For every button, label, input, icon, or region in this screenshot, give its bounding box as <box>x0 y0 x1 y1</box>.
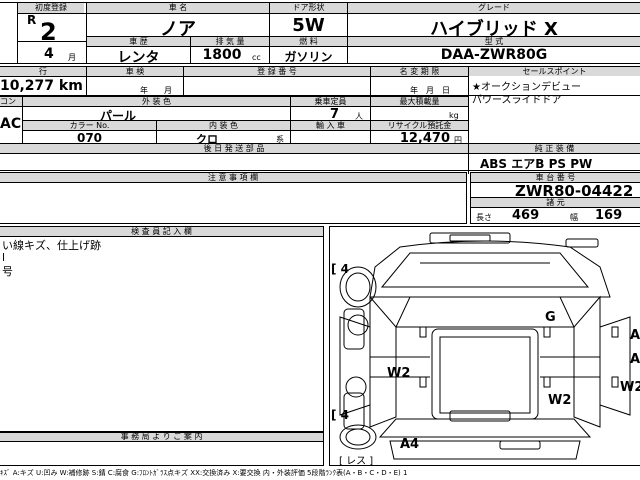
damage-mark-a-2: A <box>630 352 640 367</box>
chassis-label: 車 台 番 号 <box>471 173 640 182</box>
equipment: ABS エアB PS PW <box>480 157 593 171</box>
load-unit: kg <box>449 111 459 120</box>
left-label: コン <box>0 97 22 106</box>
inspector-line-1: い線キズ、仕上げ跡 <box>2 239 101 252</box>
first-reg-month: 4 <box>44 46 54 62</box>
inspection-units: 年 月 <box>140 86 172 95</box>
recycle-label: リサイクル預託金 <box>371 121 468 130</box>
interior-label: 内 装 色 <box>157 121 290 130</box>
damage-mark-a-1: A <box>630 328 640 343</box>
exterior-label: 外 装 色 <box>23 97 290 106</box>
import-label: 輸 入 車 <box>291 121 370 130</box>
capacity: 7 <box>330 107 340 122</box>
notes-label: 注 意 事 項 欄 <box>0 173 466 182</box>
dims-label: 諸 元 <box>471 198 640 207</box>
spare-tire: [ レス ] <box>339 456 374 467</box>
tire-rear-left: [ 4 <box>331 408 350 422</box>
damage-mark-w2-right: W2 <box>620 380 640 395</box>
ac: AC <box>0 116 22 132</box>
damage-mark-a4: A4 <box>400 437 420 452</box>
inspection-label: 車 検 <box>87 67 183 76</box>
displacement: 1800 <box>202 47 242 63</box>
legend: ｷｽﾞ A:キズ U:凹み W:補修跡 S:錆 C:腐食 G:ﾌﾛﾝﾄｶﾞﾗｽ点… <box>0 469 408 477</box>
damage-mark-g: G <box>545 310 556 325</box>
equipment-label: 純 正 装 備 <box>469 144 640 153</box>
fuel: ガソリン <box>284 50 333 64</box>
grade-label: グレード <box>348 3 640 13</box>
type-label: 車 歴 <box>87 37 190 46</box>
door: 5W <box>292 15 325 36</box>
door-label: ドア形状 <box>270 3 347 13</box>
damage-mark-w2-rear: W2 <box>548 393 572 408</box>
type: レンタ <box>117 50 160 66</box>
mileage: 10,277 km <box>0 78 83 94</box>
displacement-unit: cc <box>252 53 261 62</box>
car-name-label: 車 名 <box>87 3 269 13</box>
length: 469 <box>512 208 540 223</box>
mileage-label: 行 <box>0 67 86 76</box>
model-label: 型 式 <box>348 37 640 46</box>
inspector-label: 検 査 員 記 入 欄 <box>0 227 323 236</box>
month-unit: 月 <box>68 53 76 62</box>
displacement-label: 排 気 量 <box>191 37 269 46</box>
length-label: 長さ <box>476 213 492 222</box>
era: R <box>27 13 37 27</box>
office-label: 事 務 局 よ り ご 案 内 <box>0 433 323 441</box>
width: 169 <box>595 208 623 223</box>
inspector-block <box>0 226 324 432</box>
first-reg-label: 初度登録 <box>18 3 84 13</box>
fuel-label: 燃 料 <box>270 37 347 46</box>
capacity-label: 乗車定員 <box>291 97 370 106</box>
tire-front-left: [ 4 <box>331 262 350 276</box>
color-no-label: カラー No. <box>23 121 156 130</box>
expiry-label: 名 変 期 限 <box>371 67 468 76</box>
rear-parts-label: 後 日 発 送 部 品 <box>0 144 468 153</box>
width-label: 幅 <box>570 213 578 222</box>
expiry-units: 年 月 日 <box>410 86 450 95</box>
sale-point-label: セールスポイント <box>469 67 640 76</box>
load-label: 最大積載量 <box>371 97 468 106</box>
damage-mark-w2-left: W2 <box>387 366 411 381</box>
sale-point-2: パワースライドドア <box>472 95 562 106</box>
reg-no-label: 登 録 番 号 <box>184 67 370 76</box>
model: DAA-ZWR80G <box>440 47 548 63</box>
car-diagram <box>339 232 631 460</box>
inspector-line-3: 号 <box>2 265 13 278</box>
